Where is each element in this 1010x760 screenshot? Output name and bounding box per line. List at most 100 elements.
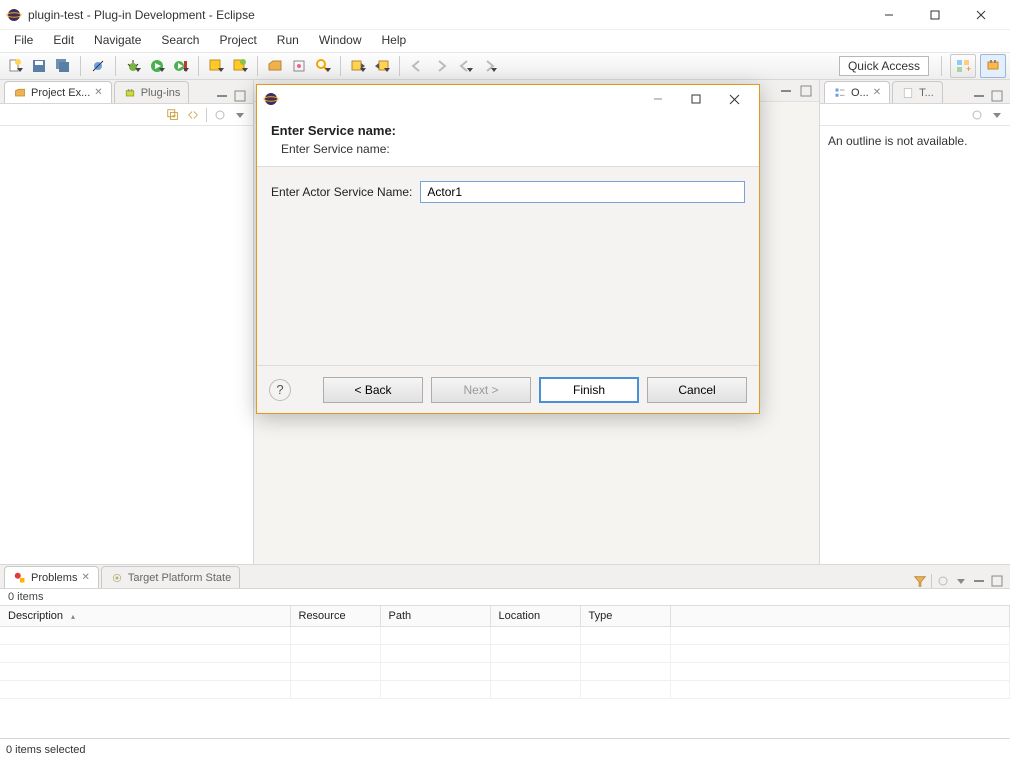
prev-annotation-button[interactable]	[371, 55, 393, 77]
target-icon	[110, 571, 124, 585]
menu-navigate[interactable]: Navigate	[84, 30, 151, 52]
maximize-view-icon[interactable]	[990, 89, 1004, 103]
minimize-view-icon[interactable]	[972, 89, 986, 103]
nav-back-drop-button[interactable]	[454, 55, 476, 77]
tab-target-platform[interactable]: Target Platform State	[101, 566, 240, 588]
dialog-minimize-button[interactable]	[639, 85, 677, 113]
task-icon	[901, 86, 915, 100]
menu-project[interactable]: Project	[209, 30, 266, 52]
problems-view: Problems ✕ Target Platform State 0 items…	[0, 564, 1010, 738]
collapse-all-icon[interactable]	[166, 108, 180, 122]
enter-service-name-dialog: Enter Service name: Enter Service name: …	[256, 84, 760, 414]
menubar: File Edit Navigate Search Project Run Wi…	[0, 30, 1010, 52]
col-type[interactable]: Type	[580, 606, 670, 627]
window-titlebar: plugin-test - Plug-in Development - Ecli…	[0, 0, 1010, 30]
svg-text:+: +	[966, 64, 971, 74]
tab-project-explorer[interactable]: Project Ex... ✕	[4, 81, 112, 103]
plugin-icon	[123, 86, 137, 100]
close-button[interactable]	[958, 0, 1004, 30]
folder-icon	[13, 86, 27, 100]
new-button[interactable]	[4, 55, 26, 77]
help-button[interactable]: ?	[269, 379, 291, 401]
tab-label: Project Ex...	[31, 87, 90, 99]
col-description[interactable]: Description▴	[0, 606, 290, 627]
col-location[interactable]: Location	[490, 606, 580, 627]
new-wizard-button[interactable]	[229, 55, 251, 77]
nav-back-button[interactable]	[406, 55, 428, 77]
outline-empty-text: An outline is not available.	[820, 126, 1010, 156]
view-menu-icon[interactable]	[990, 108, 1004, 122]
focus-task-icon[interactable]	[213, 108, 227, 122]
eclipse-icon	[6, 7, 22, 23]
search-button[interactable]	[312, 55, 334, 77]
open-plugin-artifact-button[interactable]	[205, 55, 227, 77]
open-type-button[interactable]	[264, 55, 286, 77]
menu-file[interactable]: File	[4, 30, 43, 52]
dialog-maximize-button[interactable]	[677, 85, 715, 113]
finish-button[interactable]: Finish	[539, 377, 639, 403]
tab-label: Problems	[31, 572, 77, 584]
menu-edit[interactable]: Edit	[43, 30, 84, 52]
cancel-button[interactable]: Cancel	[647, 377, 747, 403]
actor-service-name-input[interactable]	[420, 181, 745, 203]
maximize-editor-icon[interactable]	[799, 84, 813, 98]
tab-label: O...	[851, 87, 869, 99]
problems-table[interactable]: Description▴ Resource Path Location Type	[0, 606, 1010, 699]
menu-search[interactable]: Search	[151, 30, 209, 52]
save-all-button[interactable]	[52, 55, 74, 77]
maximize-view-icon[interactable]	[233, 89, 247, 103]
nav-forward-drop-button[interactable]	[478, 55, 500, 77]
nav-forward-button[interactable]	[430, 55, 452, 77]
problems-count: 0 items	[0, 589, 1010, 605]
open-perspective-button[interactable]: +	[950, 54, 976, 78]
back-button[interactable]: < Back	[323, 377, 423, 403]
main-toolbar: Quick Access +	[0, 52, 1010, 80]
tab-plugins[interactable]: Plug-ins	[114, 81, 190, 103]
minimize-view-icon[interactable]	[972, 574, 986, 588]
open-task-button[interactable]	[288, 55, 310, 77]
table-row	[0, 681, 1010, 699]
link-editor-icon[interactable]	[186, 108, 200, 122]
tab-problems[interactable]: Problems ✕	[4, 566, 99, 588]
run-last-button[interactable]	[170, 55, 192, 77]
outline-view: O... ✕ T... An outline is not available.	[820, 80, 1010, 564]
outline-icon	[833, 86, 847, 100]
next-annotation-button[interactable]	[347, 55, 369, 77]
plugin-dev-perspective-button[interactable]	[980, 54, 1006, 78]
problems-icon	[13, 571, 27, 585]
status-text: 0 items selected	[6, 744, 85, 756]
tab-label: Target Platform State	[128, 572, 231, 584]
skip-breakpoints-button[interactable]	[87, 55, 109, 77]
dialog-close-button[interactable]	[715, 85, 753, 113]
close-icon[interactable]: ✕	[94, 87, 102, 98]
tab-label: T...	[919, 87, 934, 99]
tab-label: Plug-ins	[141, 87, 181, 99]
minimize-view-icon[interactable]	[215, 89, 229, 103]
menu-window[interactable]: Window	[309, 30, 372, 52]
dialog-subtitle: Enter Service name:	[281, 142, 745, 156]
debug-button[interactable]	[122, 55, 144, 77]
maximize-view-icon[interactable]	[990, 574, 1004, 588]
col-resource[interactable]: Resource	[290, 606, 380, 627]
save-button[interactable]	[28, 55, 50, 77]
close-icon[interactable]: ✕	[873, 87, 881, 98]
view-menu-icon[interactable]	[233, 108, 247, 122]
eclipse-icon	[263, 91, 279, 107]
col-path[interactable]: Path	[380, 606, 490, 627]
close-icon[interactable]: ✕	[81, 572, 89, 583]
menu-help[interactable]: Help	[372, 30, 417, 52]
run-button[interactable]	[146, 55, 168, 77]
maximize-button[interactable]	[912, 0, 958, 30]
status-bar: 0 items selected	[0, 738, 1010, 760]
tab-outline[interactable]: O... ✕	[824, 81, 890, 103]
minimize-button[interactable]	[866, 0, 912, 30]
minimize-editor-icon[interactable]	[779, 84, 793, 98]
tab-tasklist[interactable]: T...	[892, 81, 943, 103]
filter-icon[interactable]	[913, 574, 927, 588]
view-menu-icon[interactable]	[954, 574, 968, 588]
actor-service-name-label: Enter Actor Service Name:	[271, 181, 412, 199]
quick-access-field[interactable]: Quick Access	[839, 56, 929, 76]
focus-task-icon[interactable]	[970, 108, 984, 122]
menu-run[interactable]: Run	[267, 30, 309, 52]
focus-task-icon[interactable]	[936, 574, 950, 588]
